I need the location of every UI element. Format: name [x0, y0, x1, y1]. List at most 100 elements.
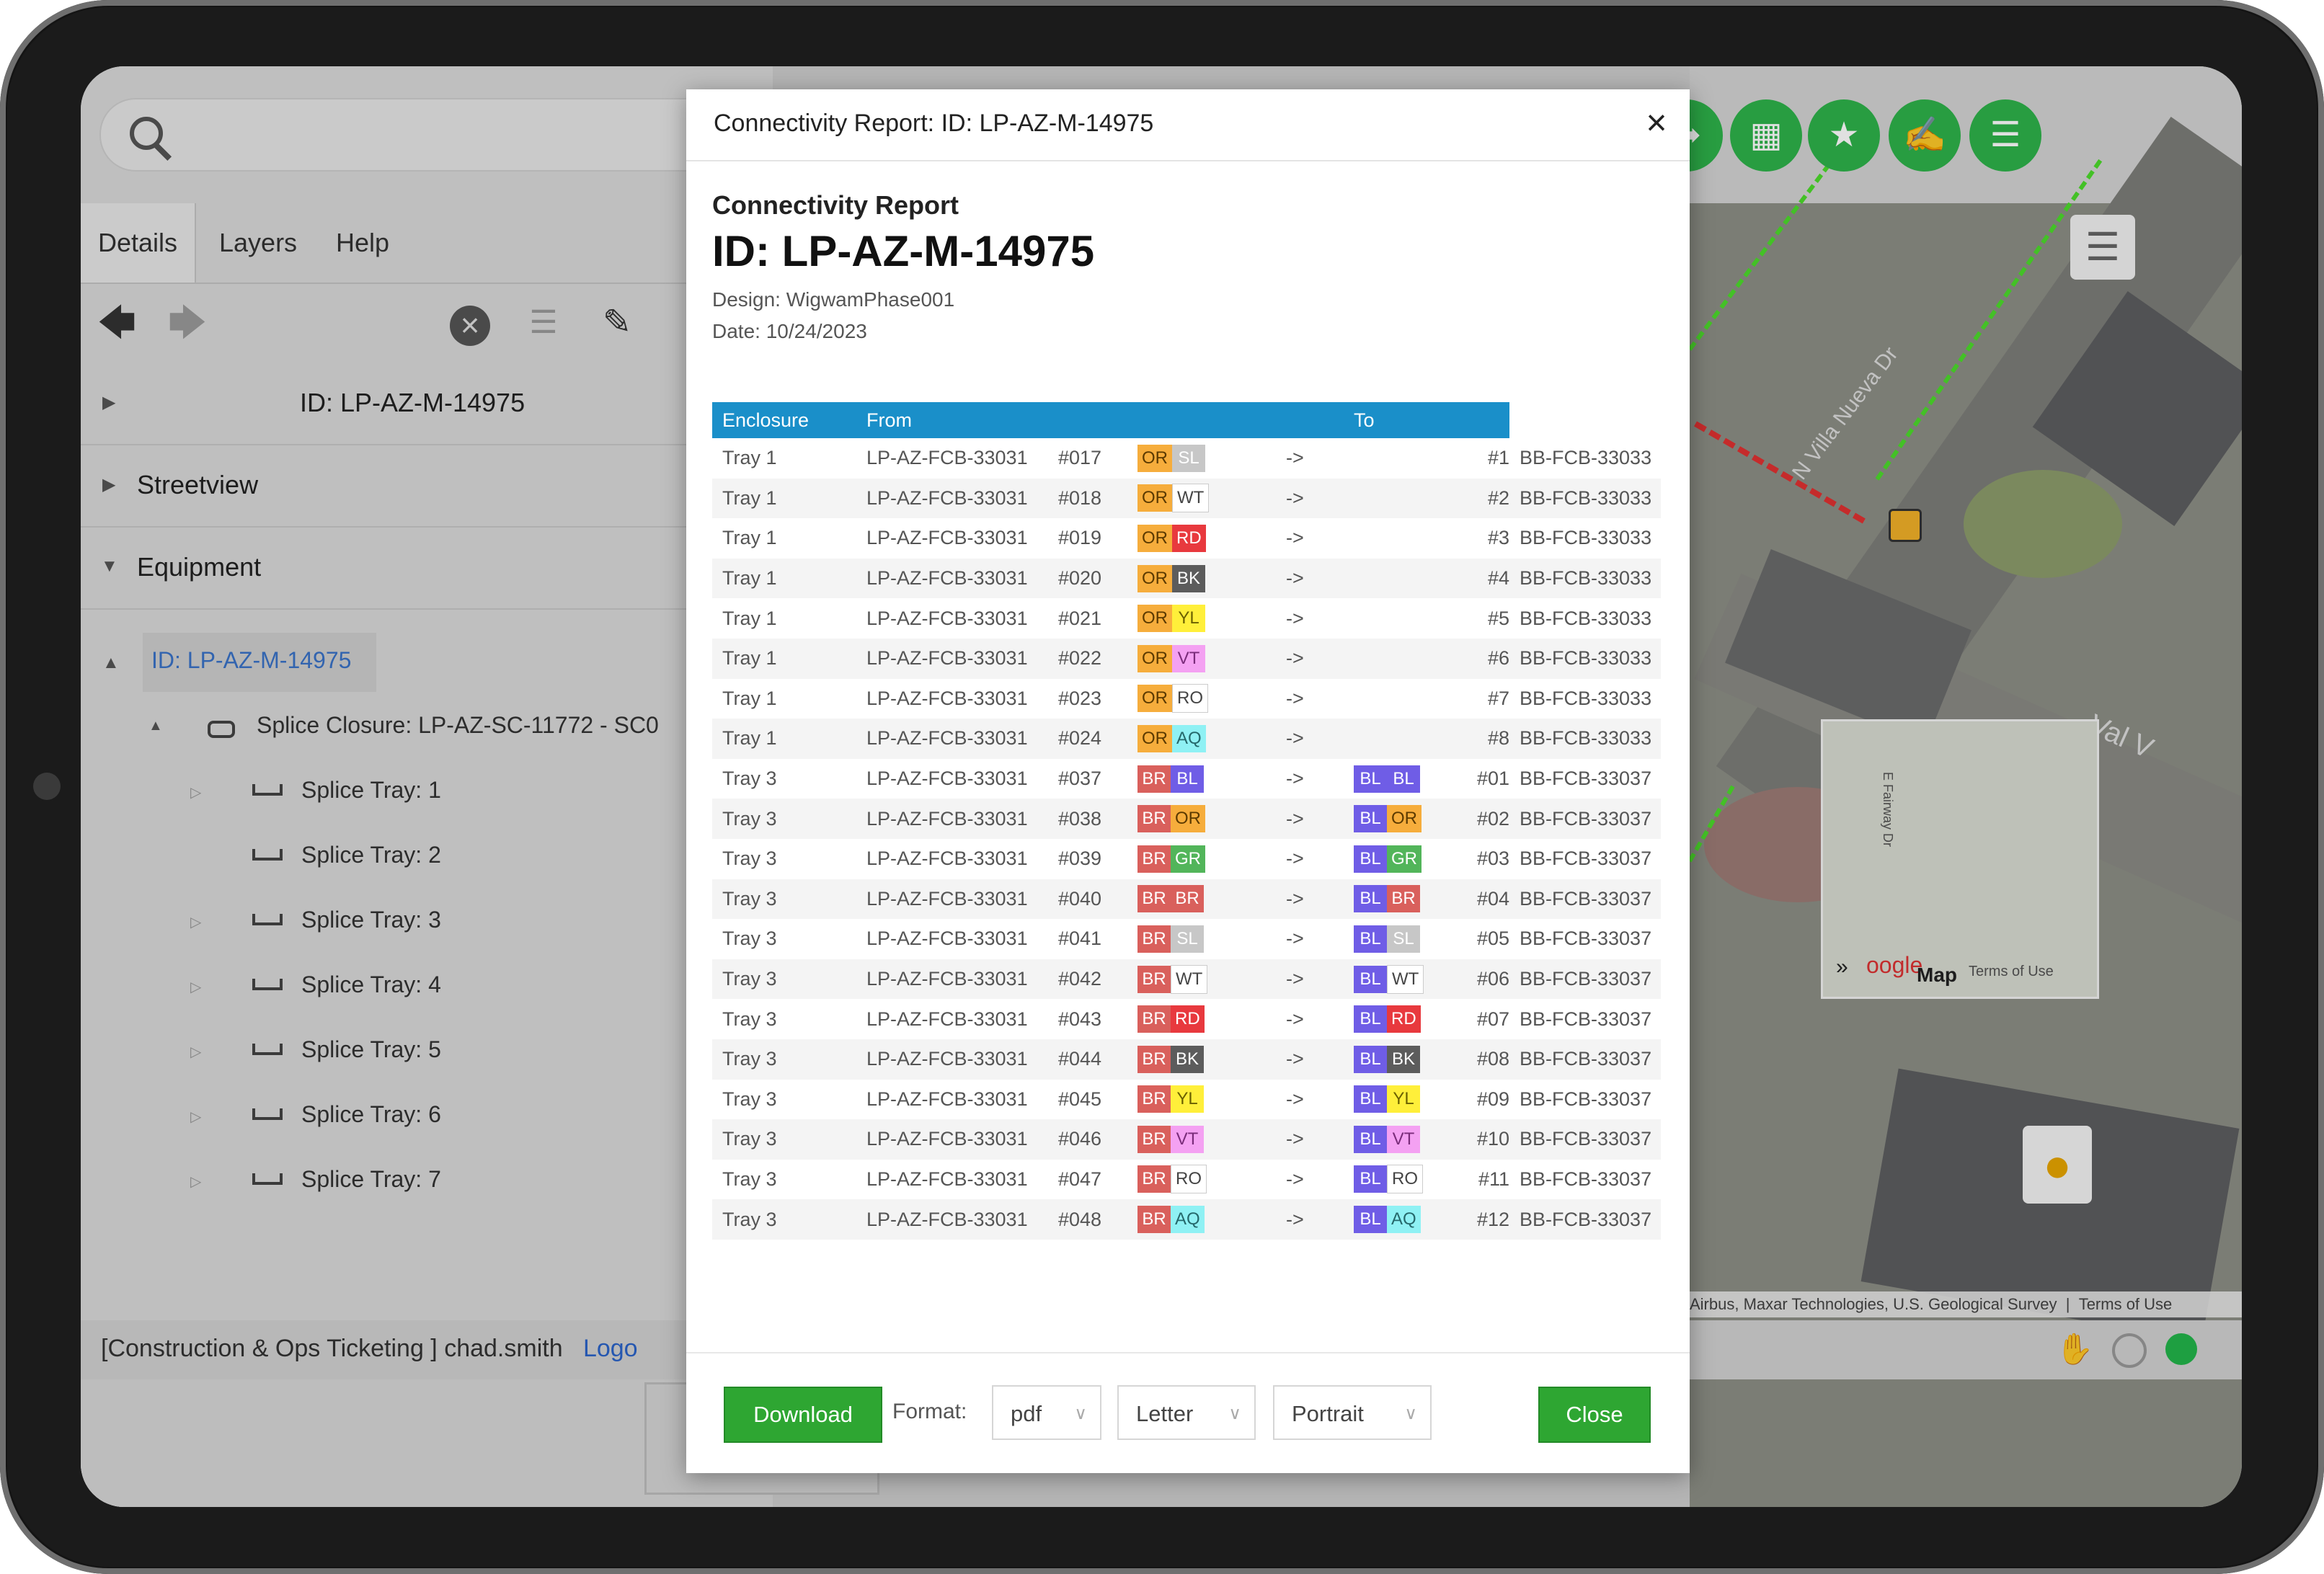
- fiber-color-chip: AQ: [1387, 1206, 1421, 1234]
- table-row: Tray 1 LP-AZ-FCB-33031 #023 OR RO -> #7 BB-FCB-…: [712, 679, 1661, 719]
- fiber-color-chip: AQ: [1171, 1206, 1205, 1234]
- enclosure-cell: Tray 1: [712, 638, 856, 679]
- from-color-cell: BR BK: [1127, 1039, 1264, 1080]
- fiber-color-chip: BL: [1354, 885, 1387, 913]
- from-fiber-number-cell: #040: [1048, 879, 1127, 920]
- from-color-cell: OR WT: [1127, 478, 1264, 519]
- report-subtitle: Connectivity Report: [712, 190, 959, 220]
- fiber-color-chip: RD: [1171, 1005, 1205, 1033]
- to-cable-cell: BB-FCB-33033: [1520, 447, 1652, 469]
- to-cable-cell: BB-FCB-33037: [1509, 879, 1661, 920]
- fiber-color-chip: RD: [1172, 524, 1206, 552]
- from-color-cell: BR VT: [1127, 1119, 1264, 1160]
- fiber-color-chip: WT: [1171, 964, 1208, 994]
- from-cable-cell: LP-AZ-FCB-33031: [856, 1039, 1048, 1080]
- format-select[interactable]: pdf ∨: [992, 1385, 1101, 1440]
- to-color-cell: BL OR: [1344, 799, 1452, 839]
- fiber-color-chip: BR: [1137, 845, 1171, 873]
- to-cable-cell: BB-FCB-33037: [1520, 1168, 1652, 1190]
- table-body: Tray 1 LP-AZ-FCB-33031 #017 OR SL -> #1 BB-FCB-…: [712, 438, 1661, 1240]
- to-fiber-number-cell: #12: [1452, 1199, 1509, 1240]
- fiber-color-chip: BL: [1354, 1125, 1387, 1153]
- fiber-color-chip: BL: [1354, 1165, 1387, 1193]
- fiber-color-chip: BL: [1354, 1206, 1387, 1234]
- fiber-color-chip: SL: [1172, 444, 1205, 472]
- fiber-color-chip: BK: [1387, 1045, 1420, 1073]
- table-row: Tray 1 LP-AZ-FCB-33031 #019 OR RD -> #3 BB-FCB-…: [712, 518, 1661, 559]
- to-color-cell: BL BK: [1344, 1039, 1452, 1080]
- from-fiber-number-cell: #023: [1058, 687, 1102, 709]
- fiber-color-chip: BR: [1137, 885, 1171, 913]
- to-fiber-number-cell: #2: [1452, 478, 1509, 519]
- from-cable-cell: LP-AZ-FCB-33031: [866, 1168, 1028, 1190]
- fiber-color-chip: BL: [1354, 1085, 1387, 1113]
- arrow-cell: ->: [1264, 1119, 1344, 1160]
- dialog-footer: Download Format: pdf ∨ Letter ∨ Portrait ∨ …: [686, 1352, 1690, 1475]
- connectivity-report-dialog: Connectivity Report: ID: LP-AZ-M-14975 ×…: [686, 89, 1690, 1473]
- fiber-color-chip: OR: [1171, 805, 1205, 833]
- enclosure-cell: Tray 3: [712, 1199, 856, 1240]
- from-cable-cell: LP-AZ-FCB-33031: [866, 768, 1028, 790]
- paper-size-select[interactable]: Letter ∨: [1117, 1385, 1256, 1440]
- format-label: Format:: [892, 1400, 967, 1423]
- arrow-cell: ->: [1264, 478, 1344, 519]
- fiber-color-chip: WT: [1172, 484, 1210, 513]
- to-color-cell: BL YL: [1344, 1080, 1452, 1120]
- from-color-cell: BR GR: [1127, 839, 1264, 879]
- to-cable-cell: BB-FCB-33037: [1520, 1008, 1652, 1030]
- enclosure-cell: Tray 1: [712, 478, 856, 519]
- orientation-select[interactable]: Portrait ∨: [1273, 1385, 1432, 1440]
- to-cable-cell: BB-FCB-33033: [1509, 558, 1661, 599]
- table-row: Tray 1 LP-AZ-FCB-33031 #018 OR WT -> #2 BB-FCB-…: [712, 478, 1661, 519]
- arrow-cell: ->: [1286, 607, 1304, 629]
- to-fiber-number-cell: #01: [1476, 768, 1509, 790]
- table-row: Tray 3 LP-AZ-FCB-33031 #042 BR WT -> BL WT #06 BB…: [712, 959, 1661, 1000]
- arrow-cell: ->: [1286, 848, 1304, 870]
- arrow-cell: ->: [1286, 928, 1304, 950]
- fiber-color-chip: BR: [1137, 805, 1171, 833]
- to-cable-cell: BB-FCB-33037: [1520, 768, 1652, 790]
- from-color-cell: OR RD: [1127, 518, 1264, 559]
- chevron-down-icon: ∨: [1228, 1404, 1241, 1423]
- to-fiber-number-cell: #5: [1487, 607, 1509, 629]
- to-color-cell: [1344, 438, 1452, 479]
- arrow-cell: ->: [1264, 1039, 1344, 1080]
- fiber-color-chip: BR: [1137, 925, 1171, 953]
- arrow-cell: ->: [1264, 879, 1344, 920]
- arrow-cell: ->: [1286, 1168, 1304, 1190]
- to-color-cell: [1344, 558, 1452, 599]
- column-header-from: From: [856, 402, 1344, 438]
- to-cable-cell: BB-FCB-33037: [1520, 928, 1652, 950]
- to-cable-cell: BB-FCB-33033: [1509, 638, 1661, 679]
- table-row: Tray 3 LP-AZ-FCB-33031 #039 BR GR -> BL GR #03 BB…: [712, 839, 1661, 879]
- from-cable-cell: LP-AZ-FCB-33031: [856, 1199, 1048, 1240]
- from-fiber-number-cell: #020: [1048, 558, 1127, 599]
- dialog-header: Connectivity Report: ID: LP-AZ-M-14975 ×: [686, 89, 1690, 161]
- to-color-cell: BL AQ: [1344, 1199, 1452, 1240]
- fiber-color-chip: OR: [1137, 605, 1172, 633]
- column-header-to: To: [1344, 402, 1509, 438]
- fiber-color-chip: BK: [1171, 1045, 1204, 1073]
- close-button[interactable]: Close: [1538, 1387, 1651, 1443]
- from-fiber-number-cell: #044: [1048, 1039, 1127, 1080]
- to-cable-cell: BB-FCB-33033: [1509, 719, 1661, 759]
- table-row: Tray 1 LP-AZ-FCB-33031 #021 OR YL -> #5 BB-FCB-…: [712, 598, 1661, 639]
- fiber-color-chip: BR: [1137, 1005, 1171, 1033]
- table-row: Tray 1 LP-AZ-FCB-33031 #022 OR VT -> #6 BB-FCB-…: [712, 638, 1661, 679]
- fiber-color-chip: BL: [1387, 765, 1420, 793]
- to-cable-cell: BB-FCB-33033: [1520, 527, 1652, 549]
- close-icon[interactable]: ×: [1635, 101, 1678, 144]
- from-fiber-number-cell: #022: [1048, 638, 1127, 679]
- fiber-color-chip: WT: [1387, 964, 1424, 994]
- from-cable-cell: LP-AZ-FCB-33031: [856, 478, 1048, 519]
- arrow-cell: ->: [1286, 1008, 1304, 1030]
- from-cable-cell: LP-AZ-FCB-33031: [866, 527, 1028, 549]
- enclosure-cell: Tray 1: [722, 607, 777, 629]
- table-header-row: Enclosure From To: [712, 402, 1661, 438]
- to-fiber-number-cell: #08: [1452, 1039, 1509, 1080]
- fiber-color-chip: SL: [1387, 925, 1420, 953]
- download-button[interactable]: Download: [724, 1387, 882, 1443]
- from-color-cell: BR RD: [1127, 999, 1264, 1039]
- from-cable-cell: LP-AZ-FCB-33031: [856, 719, 1048, 759]
- from-fiber-number-cell: #041: [1058, 928, 1102, 950]
